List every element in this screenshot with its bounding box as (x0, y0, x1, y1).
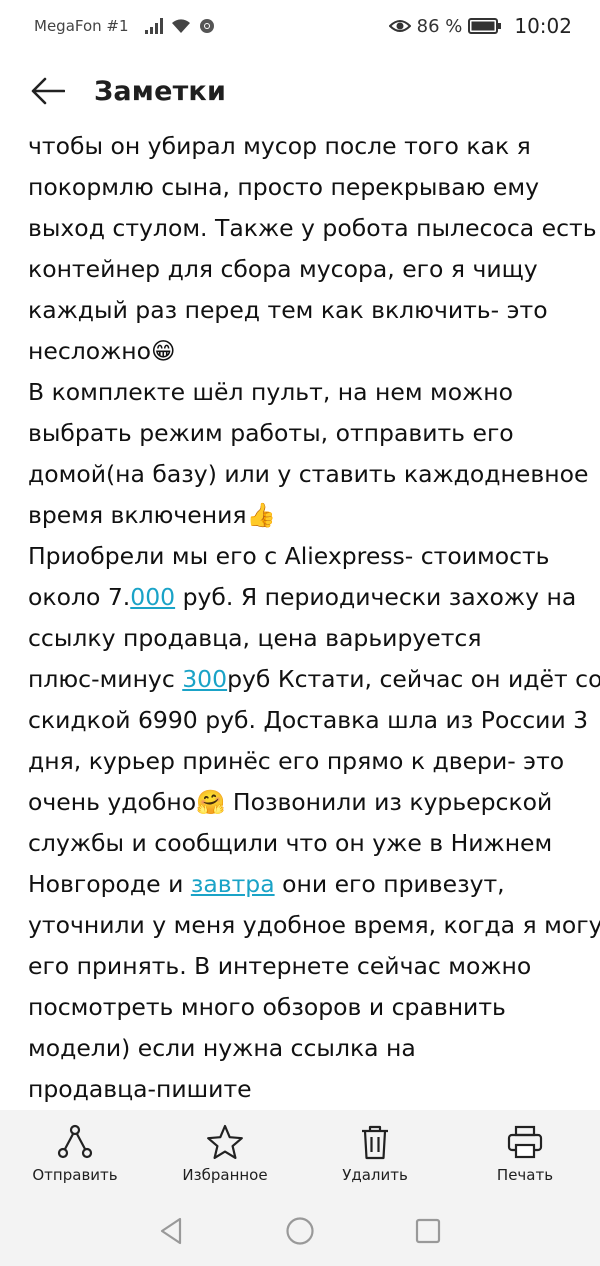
send-button[interactable]: Отправить (15, 1122, 135, 1184)
bottom-action-bar: Отправить Избранное Удалить Печать (0, 1110, 600, 1196)
note-text-segment: каждый раз перед тем как включить- это (28, 296, 548, 324)
battery-icon (468, 18, 502, 34)
note-text-segment: покормлю сына, просто перекрываю ему (28, 173, 539, 201)
note-line: дня, курьер принёс его прямо к двери- эт… (28, 741, 572, 782)
status-left: MegaFon #1 (34, 17, 215, 35)
note-line: Новгороде и завтра они его привезут, (28, 864, 572, 905)
eye-comfort-icon (388, 20, 411, 32)
system-nav-bar (0, 1196, 600, 1266)
note-text-segment: выбрать режим работы, отправить его (28, 419, 514, 447)
note-line: его принять. В интернете сейчас можно (28, 946, 572, 987)
note-text-segment: они его привезут, (274, 870, 505, 898)
note-line: уточнили у меня удобное время, когда я м… (28, 905, 600, 946)
note-line: Приобрели мы его с Aliexpress- стоимость (28, 536, 572, 577)
note-text-segment: уточнили у меня удобное время, когда я м… (28, 911, 600, 939)
note-text-segment: дня, курьер принёс его прямо к двери- эт… (28, 747, 565, 775)
note-line: выход стулом. Также у робота пылесоса ес… (28, 208, 597, 249)
app-bar: Заметки (0, 52, 600, 130)
note-text-segment: время включения👍 (28, 501, 276, 529)
note-text-segment: руб. Я периодически захожу на (175, 583, 577, 611)
note-line: покормлю сына, просто перекрываю ему (28, 167, 572, 208)
inline-link[interactable]: 300 (182, 665, 227, 693)
inline-link[interactable]: завтра (191, 870, 275, 898)
note-text-segment: модели) если нужна ссылка на (28, 1034, 416, 1062)
note-body[interactable]: чтобы он убирал мусор после того как я по… (28, 126, 600, 1110)
note-line: продавца-пишите (28, 1069, 572, 1110)
favorite-label: Избранное (182, 1166, 268, 1184)
note-line: очень удобно🤗 Позвонили из курьерской (28, 782, 572, 823)
note-line: плюс-минус 300руб Кстати, сейчас он идёт… (28, 659, 600, 700)
nav-recents-button[interactable] (403, 1206, 453, 1256)
nav-home-button[interactable] (275, 1206, 325, 1256)
note-text-segment: его принять. В интернете сейчас можно (28, 952, 532, 980)
note-line: несложно😁 (28, 331, 572, 372)
favorite-button[interactable]: Избранное (165, 1122, 285, 1184)
note-line: службы и сообщили что он уже в Нижнем (28, 823, 572, 864)
inline-link[interactable]: 000 (130, 583, 175, 611)
carrier-name: MegaFon #1 (34, 17, 129, 35)
clock: 10:02 (514, 14, 572, 38)
triangle-back-icon (160, 1217, 182, 1245)
note-content[interactable]: чтобы он убирал мусор после того как я по… (0, 126, 600, 1110)
note-line: скидкой 6990 руб. Доставка шла из России… (28, 700, 588, 741)
note-text-segment: ссылку продавца, цена варьируется (28, 624, 482, 652)
note-line: каждый раз перед тем как включить- это (28, 290, 572, 331)
note-text-segment: несложно😁 (28, 337, 176, 365)
share-icon (57, 1124, 93, 1159)
note-text-segment: Новгороде и (28, 870, 191, 898)
delete-button[interactable]: Удалить (315, 1122, 435, 1184)
trash-icon (362, 1125, 388, 1160)
note-text-segment: выход стулом. Также у робота пылесоса ес… (28, 214, 597, 242)
page-title: Заметки (94, 75, 227, 107)
note-text-segment: продавца-пишите (28, 1075, 252, 1103)
note-text-segment: плюс-минус (28, 665, 183, 693)
back-button[interactable] (28, 71, 68, 111)
note-text-segment: В комплекте шёл пульт, на нем можно (28, 378, 514, 406)
note-line: выбрать режим работы, отправить его (28, 413, 572, 454)
note-text-segment: службы и сообщили что он уже в Нижнем (28, 829, 553, 857)
note-line: время включения👍 (28, 495, 572, 536)
print-button[interactable]: Печать (465, 1122, 585, 1184)
note-line: ссылку продавца, цена варьируется (28, 618, 572, 659)
battery-percent: 86 % (416, 15, 463, 37)
note-text-segment: чтобы он убирал мусор после того как я (28, 132, 531, 160)
note-line: около 7.000 руб. Я периодически захожу н… (28, 577, 576, 618)
wifi-icon (171, 19, 190, 33)
chrome-icon (199, 19, 214, 33)
printer-icon (507, 1125, 543, 1159)
note-text-segment: Приобрели мы его с Aliexpress- стоимость (28, 542, 550, 570)
note-text-segment: около 7. (28, 583, 131, 611)
circle-home-icon (286, 1217, 314, 1245)
send-label: Отправить (32, 1166, 118, 1184)
note-line: модели) если нужна ссылка на (28, 1028, 572, 1069)
square-recents-icon (415, 1218, 441, 1244)
note-text-segment: скидкой 6990 руб. Доставка шла из России… (28, 706, 589, 734)
note-text-segment: руб Кстати, сейчас он идёт со (227, 665, 600, 693)
note-line: посмотреть много обзоров и сравнить (28, 987, 572, 1028)
note-text-segment: посмотреть много обзоров и сравнить (28, 993, 506, 1021)
print-label: Печать (496, 1166, 554, 1184)
note-line: контейнер для сбора мусора, его я чищу (28, 249, 572, 290)
note-text-segment: очень удобно🤗 Позвонили из курьерской (28, 788, 553, 816)
status-right: 86 % 10:02 (388, 14, 572, 38)
note-line: В комплекте шёл пульт, на нем можно (28, 372, 572, 413)
note-line: домой(на базу) или у ставить каждодневно… (28, 454, 588, 495)
note-text-segment: домой(на базу) или у ставить каждодневно… (28, 460, 589, 488)
delete-label: Удалить (342, 1166, 408, 1184)
note-line: чтобы он убирал мусор после того как я (28, 126, 572, 167)
status-bar: MegaFon #1 86 % 10:02 (0, 0, 600, 52)
signal-icon (144, 18, 163, 34)
note-text-segment: контейнер для сбора мусора, его я чищу (28, 255, 538, 283)
nav-back-button[interactable] (147, 1206, 197, 1256)
star-icon (207, 1124, 243, 1159)
back-arrow-icon (31, 77, 65, 105)
